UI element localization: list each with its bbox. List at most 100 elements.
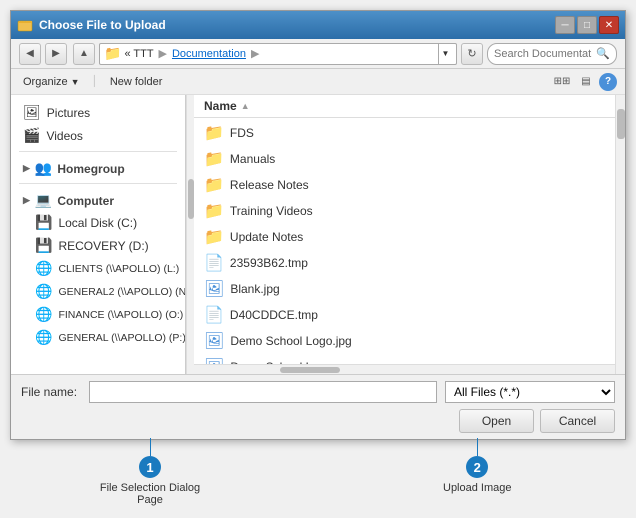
- back-button[interactable]: ◀: [19, 43, 41, 65]
- update-notes-folder-icon: 📁: [204, 227, 224, 247]
- vertical-scrollbar-thumb[interactable]: [617, 109, 625, 139]
- new-folder-button[interactable]: New folder: [106, 74, 167, 90]
- search-box: 🔍: [487, 43, 617, 65]
- view-details-button[interactable]: ⊞⊞: [551, 72, 573, 92]
- file-item-release-notes[interactable]: 📁 Release Notes: [194, 172, 625, 198]
- address-folder-icon: 📁: [104, 45, 121, 62]
- computer-icon: 💻: [35, 192, 52, 209]
- organize-toolbar: Organize ▼ │ New folder ⊞⊞ ▤ ?: [11, 69, 625, 95]
- pictures-label: Pictures: [47, 106, 90, 120]
- open-button[interactable]: Open: [459, 409, 534, 433]
- sidebar-item-videos[interactable]: 🎬 Videos: [11, 124, 185, 147]
- file-item-demo-logo-png[interactable]: 🖼 Demo School Logo.png: [194, 354, 625, 364]
- training-videos-name: Training Videos: [230, 204, 615, 218]
- horizontal-scrollbar-thumb[interactable]: [280, 367, 340, 373]
- filename-row: File name: All Files (*.*) Image Files J…: [21, 381, 615, 403]
- homegroup-expand-icon: ▶: [23, 163, 30, 174]
- general2-n-icon: 🌐: [35, 283, 52, 300]
- file-item-23593b62[interactable]: 📄 23593B62.tmp: [194, 250, 625, 276]
- file-item-blank-jpg[interactable]: 🖼 Blank.jpg: [194, 276, 625, 302]
- organize-button[interactable]: Organize ▼: [19, 74, 84, 90]
- file-list-panel: Name ▲ 📁 FDS 📁 Manuals 📁 Release Notes: [194, 95, 625, 374]
- general2-n-label: GENERAL2 (\\APOLLO) (N:): [58, 286, 186, 298]
- videos-label: Videos: [46, 129, 82, 143]
- file-item-manuals[interactable]: 📁 Manuals: [194, 146, 625, 172]
- homegroup-label: Homegroup: [57, 162, 124, 176]
- file-item-d40cddce[interactable]: 📄 D40CDDCE.tmp: [194, 302, 625, 328]
- annotation-1: 1 File Selection Dialog Page: [90, 438, 210, 506]
- annotation-2-label: Upload Image: [443, 482, 512, 494]
- d40cddce-name: D40CDDCE.tmp: [230, 308, 615, 322]
- horizontal-scrollbar-track: [194, 366, 625, 374]
- sidebar-item-local-disk-c[interactable]: 💾 Local Disk (C:): [11, 211, 185, 234]
- blank-jpg-name: Blank.jpg: [230, 282, 615, 296]
- left-scrollbar[interactable]: [186, 95, 194, 374]
- blank-jpg-icon: 🖼: [204, 279, 224, 299]
- minimize-button[interactable]: ─: [555, 16, 575, 34]
- dialog-title: Choose File to Upload: [39, 18, 555, 32]
- address-dropdown-button[interactable]: ▼: [438, 43, 452, 65]
- demo-logo-jpg-icon: 🖼: [204, 331, 224, 351]
- training-videos-folder-icon: 📁: [204, 201, 224, 221]
- annotation-2: 2 Upload Image: [443, 438, 512, 494]
- file-list-name-header: Name: [204, 99, 237, 113]
- refresh-button[interactable]: ↻: [461, 43, 483, 65]
- manuals-folder-icon: 📁: [204, 149, 224, 169]
- view-help-button[interactable]: ?: [599, 73, 617, 91]
- close-button[interactable]: ✕: [599, 16, 619, 34]
- file-item-demo-logo-jpg[interactable]: 🖼 Demo School Logo.jpg: [194, 328, 625, 354]
- file-item-fds[interactable]: 📁 FDS: [194, 120, 625, 146]
- organize-dropdown-icon: ▼: [71, 77, 80, 87]
- title-bar: Choose File to Upload ─ □ ✕: [11, 11, 625, 39]
- organize-label: Organize: [23, 76, 68, 88]
- vertical-scrollbar[interactable]: [615, 95, 625, 374]
- fds-folder-icon: 📁: [204, 123, 224, 143]
- up-button[interactable]: ▲: [73, 43, 95, 65]
- sort-indicator: ▲: [241, 101, 250, 111]
- sidebar-section-computer[interactable]: ▶ 💻 Computer: [11, 188, 185, 211]
- recovery-d-label: RECOVERY (D:): [58, 239, 148, 253]
- maximize-button[interactable]: □: [577, 16, 597, 34]
- sidebar-item-general-p[interactable]: 🌐 GENERAL (\\APOLLO) (P:): [11, 326, 185, 349]
- sidebar-section-homegroup[interactable]: ▶ 👥 Homegroup: [11, 156, 185, 179]
- annotation-1-label: File Selection Dialog Page: [90, 482, 210, 506]
- file-list: 📁 FDS 📁 Manuals 📁 Release Notes 📁 Traini…: [194, 118, 625, 364]
- forward-button[interactable]: ▶: [45, 43, 67, 65]
- demo-logo-jpg-name: Demo School Logo.jpg: [230, 334, 615, 348]
- sidebar-item-clients-l[interactable]: 🌐 CLIENTS (\\APOLLO) (L:): [11, 257, 185, 280]
- search-icon[interactable]: 🔍: [596, 47, 610, 60]
- filetype-select[interactable]: All Files (*.*) Image Files JPEG Files P…: [445, 381, 615, 403]
- horizontal-scrollbar[interactable]: [194, 364, 625, 374]
- computer-label: Computer: [57, 194, 114, 208]
- clients-l-label: CLIENTS (\\APOLLO) (L:): [58, 263, 179, 275]
- new-folder-label: New folder: [110, 76, 163, 88]
- address-bar[interactable]: 📁 « TTT ▶ Documentation ▶ ▼: [99, 43, 457, 65]
- cancel-button[interactable]: Cancel: [540, 409, 615, 433]
- sidebar-item-recovery-d[interactable]: 💾 RECOVERY (D:): [11, 234, 185, 257]
- file-item-update-notes[interactable]: 📁 Update Notes: [194, 224, 625, 250]
- demo-logo-png-icon: 🖼: [204, 357, 224, 364]
- finance-o-label: FINANCE (\\APOLLO) (O:): [58, 309, 183, 321]
- dialog-buttons-row: Open Cancel: [21, 409, 615, 433]
- sidebar-item-pictures[interactable]: 🖼 Pictures: [11, 101, 185, 124]
- fds-name: FDS: [230, 126, 615, 140]
- annotation-1-circle: 1: [139, 456, 161, 478]
- filename-input[interactable]: [89, 381, 437, 403]
- window-controls: ─ □ ✕: [555, 16, 619, 34]
- annotation-1-line: [150, 438, 151, 456]
- file-upload-dialog: Choose File to Upload ─ □ ✕ ◀ ▶ ▲ 📁 « TT…: [10, 10, 626, 440]
- nav-divider-1: [19, 151, 177, 152]
- search-input[interactable]: [494, 48, 592, 60]
- nav-divider-2: [19, 183, 177, 184]
- toolbar-separator: │: [92, 76, 98, 87]
- file-list-header: Name ▲: [194, 95, 625, 118]
- view-list-button[interactable]: ▤: [575, 72, 597, 92]
- annotation-2-line: [477, 438, 478, 456]
- sidebar-item-finance-o[interactable]: 🌐 FINANCE (\\APOLLO) (O:): [11, 303, 185, 326]
- videos-icon: 🎬: [23, 127, 40, 144]
- homegroup-icon: 👥: [35, 160, 52, 177]
- sidebar-item-general2-n[interactable]: 🌐 GENERAL2 (\\APOLLO) (N:): [11, 280, 185, 303]
- recovery-d-icon: 💾: [35, 237, 52, 254]
- address-path: « TTT ▶ Documentation ▶: [124, 47, 435, 60]
- file-item-training-videos[interactable]: 📁 Training Videos: [194, 198, 625, 224]
